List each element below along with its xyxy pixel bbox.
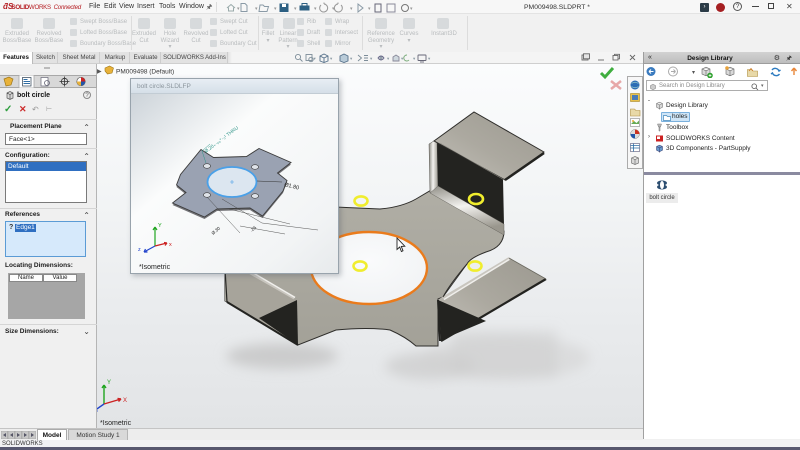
- svg-text:▾: ▾: [237, 6, 240, 12]
- svg-text:▾: ▾: [314, 56, 317, 61]
- svg-text:*Isometric: *Isometric: [100, 420, 132, 427]
- svg-text:▾: ▾: [330, 56, 333, 61]
- svg-text:PM009498 (Default): PM009498 (Default): [116, 69, 174, 76]
- svg-text:Y: Y: [107, 380, 111, 386]
- svg-text:z: z: [138, 247, 141, 253]
- svg-text:▾: ▾: [368, 6, 371, 12]
- svg-text:▾: ▾: [410, 6, 413, 12]
- svg-text:X: X: [123, 398, 127, 404]
- svg-text:Y: Y: [158, 223, 162, 229]
- svg-text:▾: ▾: [274, 6, 277, 12]
- svg-text:▾: ▾: [255, 6, 258, 12]
- svg-text:▾: ▾: [428, 56, 431, 61]
- svg-text:▾: ▾: [413, 56, 416, 61]
- svg-text:▶: ▶: [97, 69, 102, 75]
- svg-text:▾: ▾: [350, 56, 353, 61]
- svg-text:▾: ▾: [692, 70, 695, 76]
- svg-text:▾: ▾: [294, 6, 297, 12]
- svg-text:x: x: [169, 242, 172, 248]
- svg-text:▾: ▾: [350, 6, 353, 12]
- svg-text:▾: ▾: [370, 56, 373, 61]
- svg-text:▾: ▾: [387, 56, 390, 61]
- svg-text:▾: ▾: [314, 6, 317, 12]
- svg-text:*Isometric: *Isometric: [139, 264, 171, 271]
